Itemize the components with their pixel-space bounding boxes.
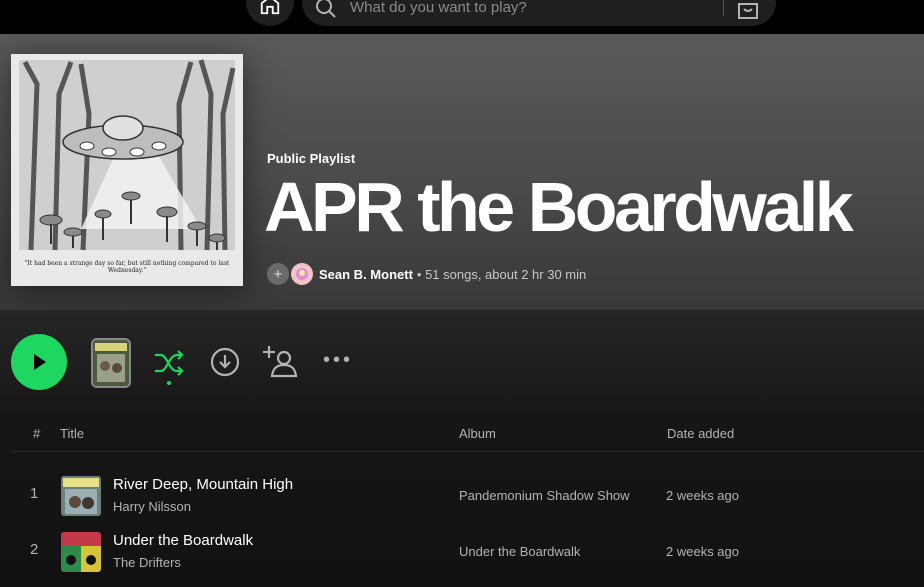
cover-caption: "It had been a strange day so far, but s… — [24, 260, 230, 274]
track-number: 1 — [30, 485, 39, 502]
search-input[interactable]: What do you want to play? — [350, 0, 527, 16]
playlist-meta: + Sean B. Monett • 51 songs, about 2 hr … — [267, 262, 586, 286]
owner-avatar[interactable] — [291, 263, 313, 285]
home-icon — [260, 0, 280, 15]
track-artist[interactable]: The Drifters — [113, 555, 181, 570]
track-album[interactable]: Under the Boardwalk — [459, 544, 580, 559]
play-icon — [34, 354, 46, 370]
track-date-added: 2 weeks ago — [666, 544, 739, 559]
cover-illustration — [11, 54, 243, 286]
album-art — [61, 476, 101, 516]
add-collaborator-button[interactable]: + — [267, 263, 289, 285]
track-number: 2 — [30, 541, 39, 558]
play-button[interactable] — [11, 334, 67, 390]
top-bar: What do you want to play? — [0, 0, 924, 34]
column-title[interactable]: Title — [60, 426, 84, 441]
track-artist[interactable]: Harry Nilsson — [113, 499, 191, 514]
track-title[interactable]: Under the Boardwalk — [113, 532, 253, 549]
download-icon[interactable] — [209, 346, 241, 378]
avatar-image — [296, 268, 308, 280]
browse-icon[interactable] — [736, 0, 760, 22]
owner-name[interactable]: Sean B. Monett — [319, 267, 413, 282]
playlist-stats: • 51 songs, about 2 hr 30 min — [416, 266, 587, 282]
track-artwork — [61, 476, 101, 516]
playlist-type: Public Playlist — [267, 151, 356, 166]
playlist-thumbnail[interactable] — [91, 338, 131, 388]
search-divider — [723, 0, 724, 16]
column-date-added[interactable]: Date added — [667, 426, 734, 441]
album-art — [61, 532, 101, 572]
playlist-cover[interactable]: "It had been a strange day so far, but s… — [11, 54, 243, 286]
add-user-icon[interactable] — [263, 344, 299, 380]
more-icon[interactable]: ••• — [323, 349, 353, 372]
thumbnail-art — [93, 340, 129, 386]
track-album[interactable]: Pandemonium Shadow Show — [459, 488, 630, 503]
shuffle-active-dot — [167, 381, 171, 385]
track-title[interactable]: River Deep, Mountain High — [113, 476, 293, 493]
action-bar: ••• # Title Album Date added 1 River Dee… — [0, 310, 924, 587]
table-row[interactable]: 1 River Deep, Mountain High Harry Nilsso… — [0, 468, 924, 524]
header-divider — [12, 451, 924, 452]
column-number: # — [33, 426, 41, 441]
playlist-header: "It had been a strange day so far, but s… — [0, 34, 924, 310]
playlist-title: APR the Boardwalk — [264, 168, 854, 246]
home-button[interactable] — [246, 0, 294, 26]
search-bar[interactable]: What do you want to play? — [302, 0, 776, 26]
table-row[interactable]: 2 Under the Boardwalk The Drifters Under… — [0, 524, 924, 580]
shuffle-icon[interactable] — [152, 346, 186, 380]
column-album[interactable]: Album — [459, 426, 496, 441]
plus-icon: + — [273, 265, 283, 283]
track-artwork — [61, 532, 101, 572]
search-icon — [316, 0, 336, 18]
track-date-added: 2 weeks ago — [666, 488, 739, 503]
